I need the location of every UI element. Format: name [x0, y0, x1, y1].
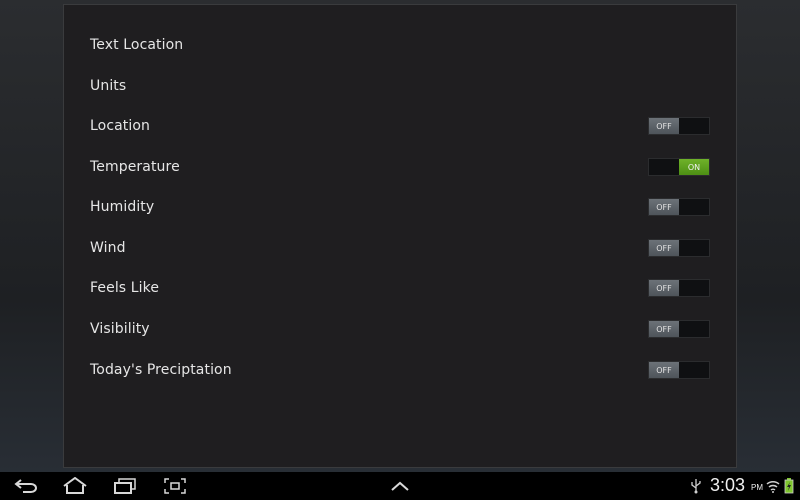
setting-label: Temperature: [90, 159, 180, 175]
setting-label: Location: [90, 118, 151, 134]
location-toggle[interactable]: OFF: [648, 117, 710, 135]
setting-temperature: Temperature ON: [90, 147, 710, 187]
setting-units[interactable]: Units: [90, 66, 710, 106]
screenshot-icon[interactable]: [162, 476, 188, 496]
setting-label: Humidity: [90, 199, 155, 215]
wifi-icon: [766, 476, 780, 496]
setting-humidity: Humidity OFF: [90, 187, 710, 227]
toggle-off-label: OFF: [649, 362, 679, 378]
system-navigation-bar: 3:03 PM: [0, 472, 800, 500]
toggle-on-slot: [679, 240, 709, 256]
status-clock: 3:03: [710, 475, 746, 495]
setting-label: Text Location: [90, 37, 184, 53]
usb-icon: [688, 476, 704, 496]
feels-like-toggle[interactable]: OFF: [648, 279, 710, 297]
setting-feels-like: Feels Like OFF: [90, 268, 710, 308]
recent-apps-icon[interactable]: [112, 476, 138, 496]
toggle-off-slot: [649, 159, 679, 175]
precipitation-toggle[interactable]: OFF: [648, 361, 710, 379]
setting-label: Wind: [90, 240, 126, 256]
chevron-up-icon[interactable]: [388, 476, 412, 496]
toggle-on-slot: [679, 321, 709, 337]
temperature-toggle[interactable]: ON: [648, 158, 710, 176]
toggle-on-slot: [679, 199, 709, 215]
back-icon[interactable]: [12, 476, 40, 496]
visibility-toggle[interactable]: OFF: [648, 320, 710, 338]
setting-location: Location OFF: [90, 106, 710, 146]
home-icon[interactable]: [60, 476, 90, 496]
toggle-off-label: OFF: [649, 118, 679, 134]
toggle-on-slot: [679, 362, 709, 378]
humidity-toggle[interactable]: OFF: [648, 198, 710, 216]
setting-wind: Wind OFF: [90, 228, 710, 268]
toggle-on-slot: [679, 118, 709, 134]
toggle-off-label: OFF: [649, 199, 679, 215]
setting-precipitation: Today's Preciptation OFF: [90, 350, 710, 390]
battery-icon: [783, 476, 795, 496]
setting-text-location[interactable]: Text Location: [90, 25, 710, 65]
setting-label: Feels Like: [90, 280, 160, 296]
settings-panel: Text Location Units Location OFF Tempera…: [63, 4, 737, 468]
toggle-off-label: OFF: [649, 240, 679, 256]
toggle-off-label: OFF: [649, 280, 679, 296]
status-clock-ampm: PM: [751, 483, 763, 492]
setting-visibility: Visibility OFF: [90, 309, 710, 349]
setting-label: Visibility: [90, 321, 150, 337]
toggle-on-label: ON: [679, 159, 709, 175]
setting-label: Units: [90, 78, 127, 94]
device-screen: Text Location Units Location OFF Tempera…: [0, 0, 800, 500]
wind-toggle[interactable]: OFF: [648, 239, 710, 257]
setting-label: Today's Preciptation: [90, 362, 232, 378]
toggle-off-label: OFF: [649, 321, 679, 337]
toggle-on-slot: [679, 280, 709, 296]
